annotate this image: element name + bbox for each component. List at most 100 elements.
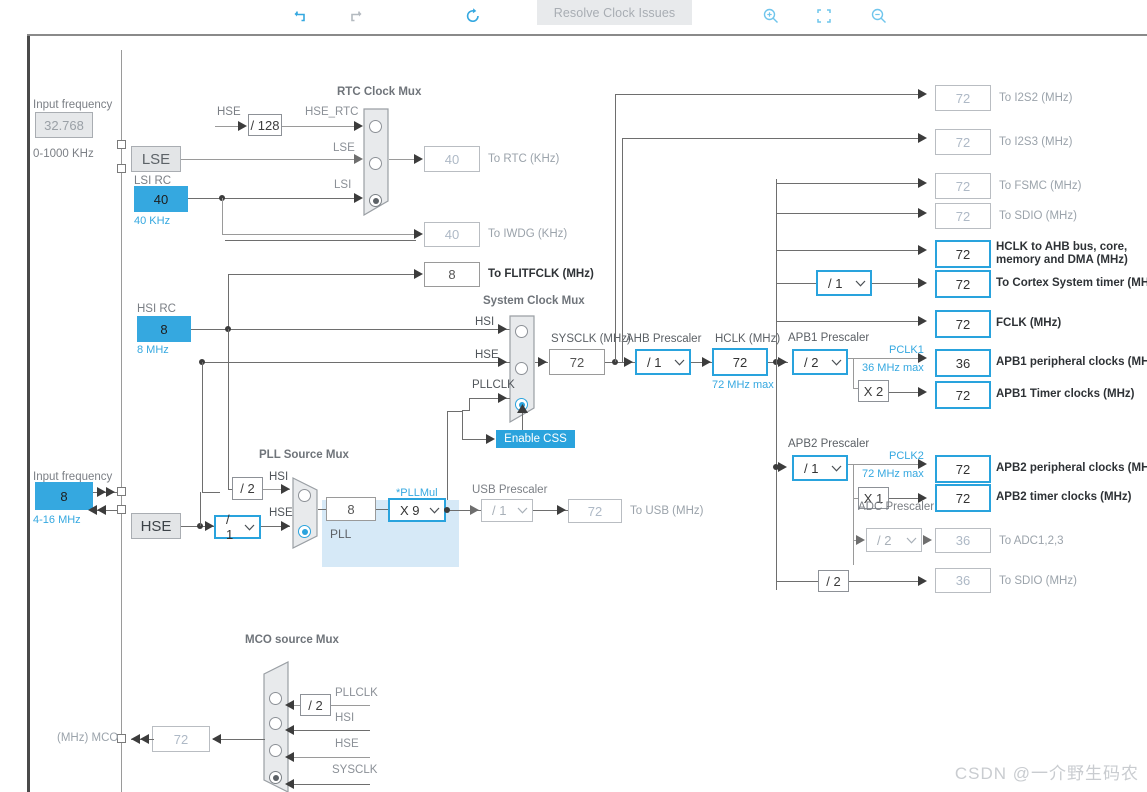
to-rtc-value: 40 bbox=[424, 146, 480, 172]
sdio-bottom-value: 36 bbox=[935, 568, 991, 593]
usb-prescaler-value: / 1 bbox=[492, 503, 507, 518]
wire-apb1-to-periph bbox=[848, 358, 925, 359]
redo-icon[interactable] bbox=[342, 4, 368, 28]
rtc-mux-input-label-0: HSE_RTC bbox=[305, 106, 359, 118]
pll-source-mux-title: PLL Source Mux bbox=[259, 449, 349, 461]
rtc-mux-input-label-2: LSI bbox=[334, 179, 352, 191]
lse-input-frequency-field[interactable]: 32.768 bbox=[35, 112, 93, 138]
system-clock-mux-title: System Clock Mux bbox=[483, 295, 585, 307]
clock-configuration-view: Resolve Clock Issues Input frequency 32.… bbox=[0, 0, 1147, 792]
clock-tree-canvas: Input frequency 32.768 0-1000 KHz LSE LS… bbox=[0, 34, 1147, 792]
arrow-mco-pllclk bbox=[285, 700, 294, 710]
arrow-ahbbus bbox=[918, 245, 927, 255]
wire-hse-to-sysmux bbox=[200, 362, 510, 363]
sys-mux-radio-0[interactable] bbox=[515, 325, 528, 338]
mco-mux-input-label-0: PLLCLK bbox=[335, 687, 378, 699]
arrow-hse-out-1 bbox=[97, 505, 106, 515]
arrow-mco-pin-2 bbox=[131, 734, 140, 744]
lsi-value-field[interactable]: 40 bbox=[134, 186, 188, 212]
apb1-peripheral-label: APB1 peripheral clocks (MHz) bbox=[996, 356, 1147, 368]
ahb-prescaler-select[interactable]: / 1 bbox=[635, 349, 691, 375]
chevron-down-icon bbox=[424, 507, 444, 514]
pll-mux-radio-1[interactable] bbox=[298, 525, 311, 538]
arrow-sdio bbox=[918, 208, 927, 218]
arrow-pllclk-sysmux bbox=[498, 393, 507, 403]
wire-hsi-down-to-div2 bbox=[228, 329, 229, 489]
pll-source-mux[interactable] bbox=[292, 477, 318, 549]
sdio-bottom-label: To SDIO (MHz) bbox=[999, 575, 1077, 587]
hse-oscillator-box[interactable]: HSE bbox=[131, 513, 181, 539]
pll-mux-radio-0[interactable] bbox=[298, 489, 311, 502]
sys-mux-radio-1[interactable] bbox=[515, 362, 528, 375]
wire-pll-to-mul bbox=[376, 509, 388, 510]
mco-value: 72 bbox=[152, 726, 210, 752]
wire-lse-to-rtcmux bbox=[181, 159, 356, 160]
pllmul-select[interactable]: X 9 bbox=[388, 498, 446, 522]
usb-prescaler-label: USB Prescaler bbox=[472, 484, 548, 496]
hse-input-frequency-field[interactable]: 8 bbox=[35, 482, 93, 510]
arrow-usb-presc-in bbox=[470, 505, 479, 515]
wire-pll-out-top bbox=[447, 411, 463, 412]
apb1-prescaler-select[interactable]: / 2 bbox=[792, 349, 848, 375]
wire-pllclk-riser-a bbox=[469, 398, 470, 410]
zoom-in-icon[interactable] bbox=[758, 4, 784, 28]
lse-oscillator-box[interactable]: LSE bbox=[131, 146, 181, 172]
rtc-clock-mux-title: RTC Clock Mux bbox=[337, 86, 422, 98]
zoom-out-icon[interactable] bbox=[866, 4, 892, 28]
apb2-prescaler-value: / 1 bbox=[804, 460, 819, 476]
hsi-value-field[interactable]: 8 bbox=[137, 316, 191, 342]
wire-rtcmux-to-rtc bbox=[389, 159, 416, 160]
to-rtc-label: To RTC (KHz) bbox=[488, 153, 560, 165]
hse-pin-bottom bbox=[117, 505, 126, 514]
mco-mux-radio-1[interactable] bbox=[269, 717, 282, 730]
pll-mux-input-label-0: HSI bbox=[269, 471, 289, 483]
hsi-title: HSI RC bbox=[137, 303, 176, 315]
hse-pin-top bbox=[117, 487, 126, 496]
reset-icon[interactable] bbox=[460, 4, 486, 28]
rtc-mux-radio-2[interactable] bbox=[369, 194, 382, 207]
arrow-lse-rtcmux bbox=[354, 154, 363, 164]
adc-prescaler-value: / 2 bbox=[877, 532, 892, 548]
mco-mux-radio-3[interactable] bbox=[269, 771, 282, 784]
usb-prescaler-select[interactable]: / 1 bbox=[481, 499, 533, 522]
pllmul-value: X 9 bbox=[400, 502, 420, 518]
hclk-distribution-spine bbox=[776, 179, 777, 590]
enable-css-button[interactable]: Enable CSS bbox=[496, 430, 575, 448]
sdio-divider: / 2 bbox=[818, 570, 849, 592]
pll-mux-input-label-1: HSE bbox=[269, 507, 293, 519]
apb2-prescaler-select[interactable]: / 1 bbox=[792, 455, 848, 481]
arrow-mco-hsi bbox=[285, 725, 294, 735]
rtc-clock-mux[interactable] bbox=[363, 108, 389, 216]
cortex-prescaler-select[interactable]: / 1 bbox=[816, 270, 872, 296]
sysclk-label: SYSCLK (MHz) bbox=[551, 333, 631, 345]
wire-sysclk-riser-i2s bbox=[615, 94, 616, 362]
out-hclk-ahb-value: 72 bbox=[935, 240, 991, 268]
out-cortex-label: To Cortex System timer (MHz) bbox=[996, 277, 1147, 289]
arrow-hclk-in bbox=[702, 357, 711, 367]
mco-mux-radio-2[interactable] bbox=[269, 744, 282, 757]
arrow-to-rtc bbox=[414, 154, 423, 164]
resolve-clock-issues-button[interactable]: Resolve Clock Issues bbox=[537, 0, 692, 25]
hse-range-label: 4-16 MHz bbox=[33, 514, 81, 526]
undo-icon[interactable] bbox=[288, 4, 314, 28]
fit-to-screen-icon[interactable] bbox=[811, 4, 837, 28]
chevron-down-icon bbox=[512, 507, 532, 514]
out-hclk-ahb-label: HCLK to AHB bus, core, memory and DMA (M… bbox=[996, 241, 1128, 266]
hclk-value: 72 bbox=[712, 348, 768, 376]
wire-sysclk-to-i2s2 bbox=[615, 94, 925, 95]
to-flitfclk-value: 8 bbox=[424, 262, 480, 287]
pll-block-label: PLL bbox=[330, 527, 352, 541]
sys-mux-input-label-1: HSE bbox=[475, 349, 499, 361]
hclk-max-label: 72 MHz max bbox=[712, 379, 774, 391]
rtc-mux-radio-1[interactable] bbox=[369, 157, 382, 170]
arrow-lsi-rtcmux bbox=[354, 193, 363, 203]
sysclk-value: 72 bbox=[549, 349, 605, 375]
cortex-prescaler-value: / 1 bbox=[828, 275, 843, 291]
rtc-mux-radio-0[interactable] bbox=[369, 120, 382, 133]
adc-prescaler-select[interactable]: / 2 bbox=[866, 528, 922, 552]
adc-prescaler-label: ADC Prescaler bbox=[858, 501, 935, 513]
hse-prescaler-select[interactable]: / 1 bbox=[214, 512, 261, 542]
arrow-sdio-bottom bbox=[918, 576, 927, 586]
apb2-peripheral-value: 72 bbox=[935, 455, 991, 483]
mco-mux-radio-0[interactable] bbox=[269, 692, 282, 705]
